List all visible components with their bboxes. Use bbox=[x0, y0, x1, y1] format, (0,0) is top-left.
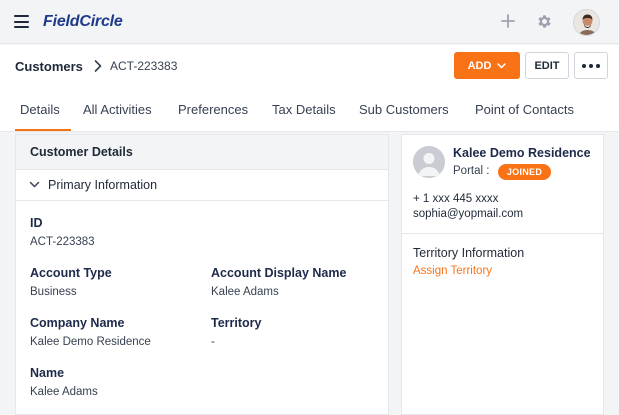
breadcrumb-customers[interactable]: Customers bbox=[15, 59, 83, 74]
breadcrumb-current: ACT-223383 bbox=[110, 59, 178, 73]
user-avatar[interactable] bbox=[573, 9, 600, 36]
field-value-id: ACT-223383 bbox=[30, 236, 95, 248]
tab-point-of-contacts[interactable]: Point of Contacts bbox=[475, 102, 574, 117]
chevron-right-icon bbox=[94, 60, 102, 72]
field-value-territory: - bbox=[211, 336, 215, 348]
assign-territory-link[interactable]: Assign Territory bbox=[413, 265, 492, 277]
field-label-company-name: Company Name bbox=[30, 316, 125, 330]
tab-sub-customers[interactable]: Sub Customers bbox=[359, 102, 449, 117]
hamburger-icon[interactable] bbox=[14, 15, 29, 28]
customer-avatar-icon bbox=[413, 146, 445, 178]
portal-label: Portal : bbox=[453, 165, 490, 177]
tab-tax-details[interactable]: Tax Details bbox=[272, 102, 336, 117]
card-title: Customer Details bbox=[30, 145, 133, 159]
portal-status-badge: JOINED bbox=[498, 164, 551, 180]
plus-icon[interactable] bbox=[500, 13, 516, 29]
field-label-account-display-name: Account Display Name bbox=[211, 266, 347, 280]
field-value-name: Kalee Adams bbox=[30, 386, 98, 398]
field-value-account-display-name: Kalee Adams bbox=[211, 286, 279, 298]
divider bbox=[402, 233, 603, 234]
field-label-account-type: Account Type bbox=[30, 266, 112, 280]
chevron-down-icon[interactable] bbox=[29, 181, 40, 189]
field-label-id: ID bbox=[30, 216, 43, 230]
edit-button[interactable]: EDIT bbox=[525, 52, 569, 79]
gear-icon[interactable] bbox=[536, 13, 553, 30]
chevron-down-icon bbox=[497, 62, 507, 68]
section-title[interactable]: Primary Information bbox=[48, 178, 157, 192]
add-button-label: ADD bbox=[467, 59, 492, 72]
customer-name: Kalee Demo Residence bbox=[453, 146, 591, 160]
more-options-button[interactable] bbox=[574, 52, 608, 79]
field-value-company-name: Kalee Demo Residence bbox=[30, 336, 151, 348]
tab-preferences[interactable]: Preferences bbox=[178, 102, 248, 117]
active-tab-indicator bbox=[15, 129, 71, 131]
tab-all-activities[interactable]: All Activities bbox=[83, 102, 152, 117]
territory-information-title: Territory Information bbox=[413, 246, 525, 260]
app-logo[interactable]: FieldCircle bbox=[43, 13, 123, 31]
customer-phone: + 1 xxx 445 xxxx bbox=[413, 193, 499, 205]
add-button[interactable]: ADD bbox=[454, 52, 520, 79]
tab-details[interactable]: Details bbox=[20, 102, 60, 117]
customer-email: sophia@yopmail.com bbox=[413, 208, 524, 220]
field-label-territory: Territory bbox=[211, 316, 262, 330]
field-value-account-type: Business bbox=[30, 286, 77, 298]
field-label-name: Name bbox=[30, 366, 65, 380]
